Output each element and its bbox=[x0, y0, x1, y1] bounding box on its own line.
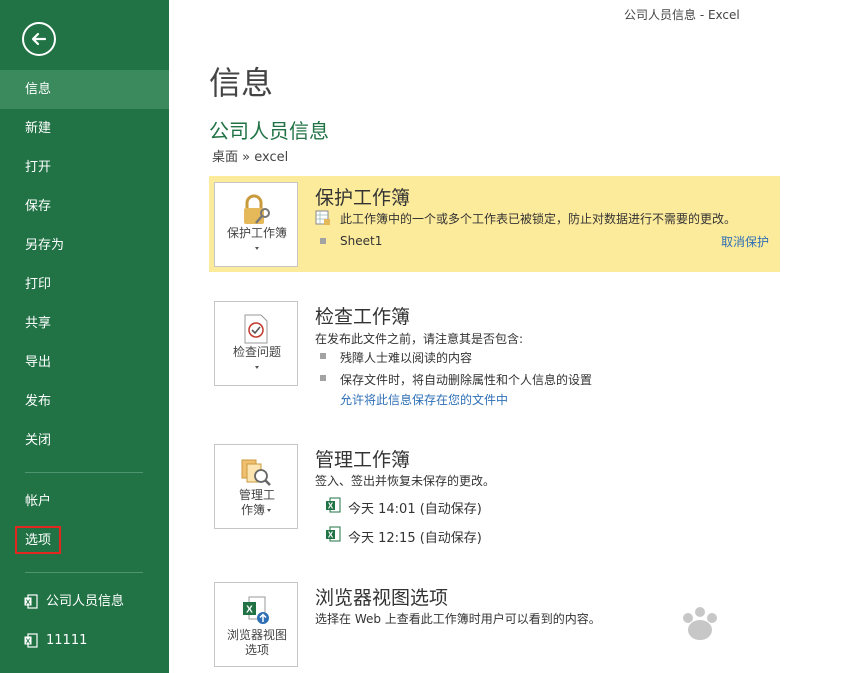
nav-publish[interactable]: 发布 bbox=[0, 382, 169, 421]
bullet-icon bbox=[320, 238, 326, 244]
bullet-icon bbox=[320, 375, 326, 381]
browser-view-options-button[interactable]: X 浏览器视图 选项 bbox=[214, 582, 298, 667]
check-issues-button[interactable]: 检查问题 bbox=[214, 301, 298, 386]
dropdown-caret-icon bbox=[267, 509, 271, 512]
svg-text:X: X bbox=[246, 605, 253, 616]
manage-tile-label-line2: 作簿 bbox=[240, 503, 265, 517]
window-title: 公司人员信息 - Excel bbox=[624, 8, 740, 22]
browser-tile-label-line1: 浏览器视图 bbox=[226, 628, 287, 642]
manage-heading: 管理工作簿 bbox=[315, 449, 411, 471]
inspect-document-icon bbox=[244, 314, 268, 344]
unprotect-link[interactable]: 取消保护 bbox=[721, 233, 769, 250]
browser-description: 选择在 Web 上查看此工作簿时用户可以看到的内容。 bbox=[315, 612, 601, 626]
protect-description: 此工作簿中的一个或多个工作表已被锁定，防止对数据进行不需要的更改。 bbox=[340, 212, 737, 226]
back-arrow-icon bbox=[31, 32, 47, 46]
nav-divider bbox=[25, 472, 143, 473]
document-path-breadcrumb: 桌面 » excel bbox=[212, 150, 289, 165]
protect-workbook-button[interactable]: 保护工作簿 bbox=[214, 182, 298, 267]
browser-tile-label-line2: 选项 bbox=[244, 643, 269, 657]
bullet-icon bbox=[320, 353, 326, 359]
manage-description: 签入、签出并恢复未保存的更改。 bbox=[315, 474, 496, 488]
nav-save-as[interactable]: 另存为 bbox=[0, 226, 169, 265]
excel-file-icon: X bbox=[326, 497, 341, 513]
excel-file-icon: X bbox=[24, 633, 38, 648]
inspect-heading: 检查工作簿 bbox=[315, 306, 411, 328]
recent-file-label: 11111 bbox=[46, 633, 88, 648]
nav-divider bbox=[25, 572, 143, 573]
nav-print[interactable]: 打印 bbox=[0, 265, 169, 304]
recent-file-item[interactable]: X 11111 bbox=[0, 621, 169, 660]
inspect-description: 在发布此文件之前，请注意其是否包含: bbox=[315, 332, 524, 346]
svg-text:X: X bbox=[328, 531, 334, 540]
browser-view-icon: X bbox=[243, 596, 269, 624]
check-issues-label: 检查问题 bbox=[232, 345, 281, 359]
nav-export[interactable]: 导出 bbox=[0, 343, 169, 382]
nav-account[interactable]: 帐户 bbox=[0, 482, 169, 521]
browser-heading: 浏览器视图选项 bbox=[315, 587, 449, 609]
page-title: 信息 bbox=[209, 64, 274, 102]
excel-file-icon: X bbox=[24, 594, 38, 609]
document-title: 公司人员信息 bbox=[209, 119, 329, 143]
svg-text:X: X bbox=[328, 502, 334, 511]
inspect-workbook-section: 检查问题 检查工作簿 在发布此文件之前，请注意其是否包含: 残障人士难以阅读的内… bbox=[209, 295, 780, 407]
recent-file-label: 公司人员信息 bbox=[46, 594, 125, 609]
svg-text:X: X bbox=[26, 600, 31, 607]
protect-heading: 保护工作簿 bbox=[315, 187, 411, 209]
dropdown-caret-icon bbox=[255, 247, 259, 250]
autosave-version[interactable]: 今天 14:01 (自动保存) bbox=[348, 498, 482, 517]
nav-info[interactable]: 信息 bbox=[0, 70, 169, 109]
recent-file-item[interactable]: X 公司人员信息 bbox=[0, 582, 169, 621]
autosave-version[interactable]: 今天 12:15 (自动保存) bbox=[348, 527, 482, 546]
protect-tile-label: 保护工作簿 bbox=[226, 226, 287, 240]
sheet-lock-icon bbox=[315, 210, 330, 225]
options-highlight-box bbox=[15, 526, 61, 554]
manage-workbook-button[interactable]: 管理工 作簿 bbox=[214, 444, 298, 529]
backstage-sidebar: 信息 新建 打开 保存 另存为 打印 共享 导出 发布 关闭 帐户 选项 X 公… bbox=[0, 0, 169, 673]
back-button[interactable] bbox=[22, 22, 56, 56]
manage-versions-icon bbox=[241, 459, 271, 486]
allow-save-info-link[interactable]: 允许将此信息保存在您的文件中 bbox=[340, 391, 508, 408]
lock-key-icon bbox=[244, 194, 270, 224]
manage-tile-label-line1: 管理工 bbox=[238, 488, 275, 502]
svg-text:X: X bbox=[26, 639, 31, 646]
nav-new[interactable]: 新建 bbox=[0, 109, 169, 148]
protected-sheet-name: Sheet1 bbox=[340, 234, 383, 248]
watermark-logo bbox=[683, 607, 717, 640]
inspect-bullet: 保存文件时，将自动删除属性和个人信息的设置 bbox=[340, 373, 593, 387]
excel-file-icon: X bbox=[326, 526, 341, 542]
nav-save[interactable]: 保存 bbox=[0, 187, 169, 226]
nav-close[interactable]: 关闭 bbox=[0, 421, 169, 460]
protect-workbook-section: 保护工作簿 保护工作簿 此工作簿中的一个或多个工作表已被锁定，防止对数据进行不需… bbox=[209, 176, 780, 272]
inspect-bullet: 残障人士难以阅读的内容 bbox=[340, 351, 473, 365]
dropdown-caret-icon bbox=[255, 366, 259, 369]
excel-backstage: 信息 新建 打开 保存 另存为 打印 共享 导出 发布 关闭 帐户 选项 X 公… bbox=[0, 0, 849, 673]
manage-workbook-section: 管理工 作簿 管理工作簿 签入、签出并恢复未保存的更改。 X 今天 14:01 … bbox=[209, 438, 780, 548]
nav-open[interactable]: 打开 bbox=[0, 148, 169, 187]
nav-share[interactable]: 共享 bbox=[0, 304, 169, 343]
